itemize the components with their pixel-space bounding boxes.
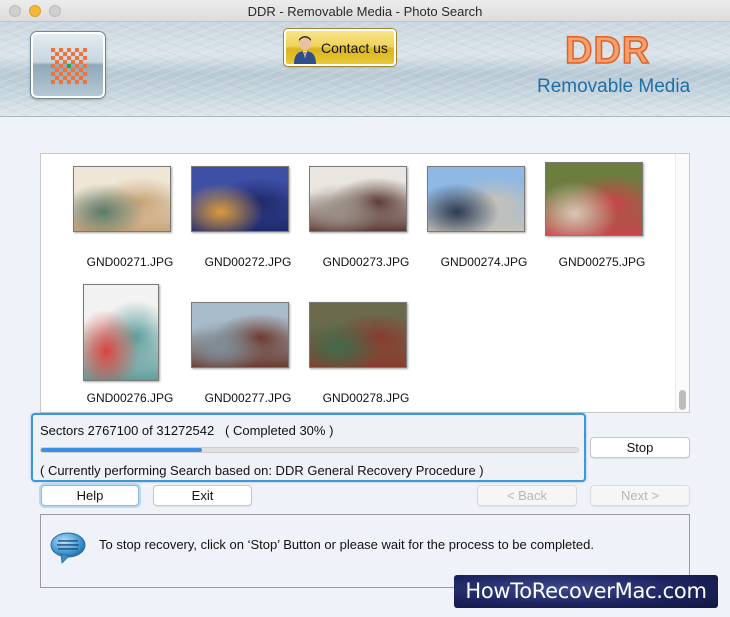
progress-bar-fill	[41, 448, 203, 452]
vertical-scrollbar[interactable]	[675, 154, 689, 412]
recovered-photos-panel: GND00271.JPG GND00272.JPG GND00273.JPG GND0…	[40, 153, 690, 413]
photo-filename: GND00273.JPG	[322, 255, 410, 269]
photo-thumbnail-image	[83, 284, 159, 381]
photo-filename: GND00271.JPG	[86, 255, 174, 269]
logo-pixel	[55, 52, 59, 56]
watermark-banner: HowToRecoverMac.com	[454, 575, 718, 608]
logo-pixel	[59, 72, 63, 76]
speech-bubble-icon	[50, 532, 86, 564]
logo-pixel	[75, 80, 79, 84]
logo-pixel	[71, 76, 75, 80]
logo-pixel	[79, 60, 83, 64]
logo-pixel	[51, 48, 55, 52]
photo-thumbnail-item[interactable]: GND00276.JPG	[71, 284, 189, 412]
logo-pixel	[67, 64, 71, 68]
logo-pixel	[51, 80, 55, 84]
photo-thumbnail-item[interactable]: GND00274.JPG	[425, 160, 543, 290]
next-button[interactable]: Next >	[590, 485, 690, 506]
help-button[interactable]: Help	[41, 485, 139, 506]
logo-pixel	[75, 48, 79, 52]
ddr-pixel-star-icon	[51, 48, 87, 84]
photo-thumbnail-item[interactable]: GND00278.JPG	[307, 284, 425, 412]
logo-pixel	[75, 72, 79, 76]
logo-pixel	[75, 64, 79, 68]
back-button[interactable]: < Back	[477, 485, 577, 506]
logo-pixel	[71, 60, 75, 64]
logo-pixel	[59, 48, 63, 52]
photo-filename: GND00272.JPG	[204, 255, 292, 269]
logo-pixel	[79, 52, 83, 56]
app-logo	[31, 32, 105, 98]
photo-filename: GND00275.JPG	[558, 255, 646, 269]
logo-pixel	[71, 52, 75, 56]
current-procedure-text: ( Currently performing Search based on: …	[40, 463, 484, 478]
sectors-progress-text: Sectors 2767100 of 31272542 ( Completed …	[40, 423, 334, 438]
photo-thumbnail-item[interactable]: GND00273.JPG	[307, 160, 425, 290]
logo-pixel	[63, 60, 67, 64]
photo-thumbnail-item[interactable]: GND00275.JPG	[543, 160, 661, 290]
logo-pixel	[83, 80, 87, 84]
logo-pixel	[63, 68, 67, 72]
logo-pixel	[83, 48, 87, 52]
app-window: DDR - Removable Media - Photo Search Con…	[0, 0, 730, 617]
logo-pixel	[55, 60, 59, 64]
brand-name: DDR	[564, 29, 651, 73]
photo-filename: GND00276.JPG	[86, 391, 174, 405]
photo-thumbnail-image	[73, 166, 171, 232]
logo-pixel	[59, 64, 63, 68]
logo-pixel	[79, 76, 83, 80]
logo-pixel	[51, 72, 55, 76]
exit-button[interactable]: Exit	[153, 485, 252, 506]
progress-group: Sectors 2767100 of 31272542 ( Completed …	[31, 413, 586, 482]
logo-pixel	[67, 48, 71, 52]
photo-filename: GND00278.JPG	[322, 391, 410, 405]
stop-button[interactable]: Stop	[590, 437, 690, 458]
logo-pixel	[75, 56, 79, 60]
logo-pixel	[59, 56, 63, 60]
photo-thumbnail-image	[191, 166, 289, 232]
logo-pixel	[67, 56, 71, 60]
logo-pixel	[71, 68, 75, 72]
scrollbar-thumb[interactable]	[679, 390, 686, 410]
photo-thumbnail-item[interactable]: GND00277.JPG	[189, 284, 307, 412]
progress-bar	[40, 447, 579, 453]
logo-pixel	[83, 64, 87, 68]
logo-pixel	[63, 76, 67, 80]
logo-pixel	[83, 56, 87, 60]
logo-pixel	[67, 72, 71, 76]
logo-pixel	[51, 56, 55, 60]
photo-filename: GND00277.JPG	[204, 391, 292, 405]
photo-thumbnail-image	[309, 302, 407, 368]
logo-pixel	[83, 72, 87, 76]
logo-pixel	[51, 64, 55, 68]
photo-thumbnail-image	[309, 166, 407, 232]
logo-pixel	[63, 52, 67, 56]
photo-thumbnail-item[interactable]: GND00271.JPG	[71, 160, 189, 290]
contact-us-label: Contact us	[321, 40, 388, 56]
contact-us-button[interactable]: Contact us	[284, 29, 396, 66]
photo-filename: GND00274.JPG	[440, 255, 528, 269]
photo-thumbnail-image	[427, 166, 525, 232]
photo-thumbnail-item[interactable]: GND00272.JPG	[189, 160, 307, 290]
photo-thumbnail-image	[545, 162, 643, 236]
info-message-text: To stop recovery, click on ‘Stop’ Button…	[99, 537, 594, 552]
window-title: DDR - Removable Media - Photo Search	[247, 4, 483, 19]
logo-pixel	[59, 80, 63, 84]
logo-pixel	[55, 68, 59, 72]
header-banner: Contact us DDR Removable Media	[0, 22, 730, 117]
person-icon	[294, 36, 316, 64]
logo-pixel	[79, 68, 83, 72]
brand-subtitle: Removable Media	[537, 76, 691, 97]
title-bar: DDR - Removable Media - Photo Search	[0, 0, 730, 22]
logo-pixel	[55, 76, 59, 80]
logo-pixel	[67, 80, 71, 84]
photo-thumbnail-image	[191, 302, 289, 368]
